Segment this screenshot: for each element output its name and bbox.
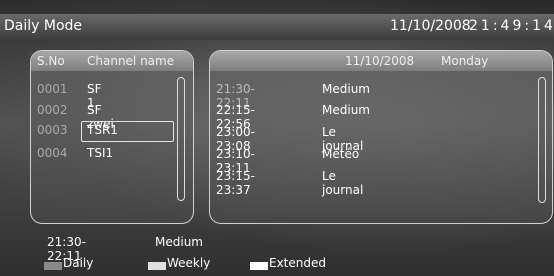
daily-color-key bbox=[44, 262, 62, 270]
epg-header: 11/10/2008 Monday bbox=[210, 51, 552, 71]
weekly-label: Weekly bbox=[167, 256, 211, 270]
mode-title: Daily Mode bbox=[4, 18, 83, 34]
sno-column-header: S.No bbox=[37, 54, 65, 68]
channel-list-panel: S.No Channel name 0001 SF 1 0002 SF zwei… bbox=[30, 50, 194, 224]
channel-number: 0003 bbox=[37, 123, 68, 137]
extended-label: Extended bbox=[269, 256, 326, 270]
event-title: Medium bbox=[322, 82, 370, 96]
event-title: Le journal bbox=[322, 169, 364, 197]
channel-name-column-header: Channel name bbox=[87, 54, 175, 68]
epg-panel: 11/10/2008 Monday 21:30-22:11 Medium 22:… bbox=[209, 50, 553, 224]
channel-list-scrollbar[interactable] bbox=[177, 77, 185, 201]
extended-color-key bbox=[250, 262, 268, 270]
channel-name: TSI1 bbox=[87, 146, 114, 160]
channel-number: 0004 bbox=[37, 146, 68, 160]
current-time: 21:49:14 bbox=[469, 18, 554, 34]
epg-date: 11/10/2008 bbox=[345, 54, 415, 68]
title-bar: Daily Mode 11/10/2008 21:49:14 bbox=[0, 14, 554, 40]
daily-label: Daily bbox=[63, 256, 94, 270]
channel-name: TSR1 bbox=[87, 123, 118, 137]
epg-day: Monday bbox=[441, 54, 489, 68]
event-title: Medium bbox=[322, 103, 370, 117]
current-date: 11/10/2008 bbox=[390, 18, 471, 34]
event-title: Météo bbox=[322, 147, 360, 161]
channel-number: 0002 bbox=[37, 103, 68, 117]
channel-number: 0001 bbox=[37, 82, 68, 96]
epg-scrollbar[interactable] bbox=[538, 77, 546, 203]
info-title: Medium bbox=[155, 235, 203, 249]
channel-list-header: S.No Channel name bbox=[31, 51, 193, 71]
weekly-color-key bbox=[148, 262, 166, 270]
event-time: 23:15-23:37 bbox=[216, 169, 255, 197]
